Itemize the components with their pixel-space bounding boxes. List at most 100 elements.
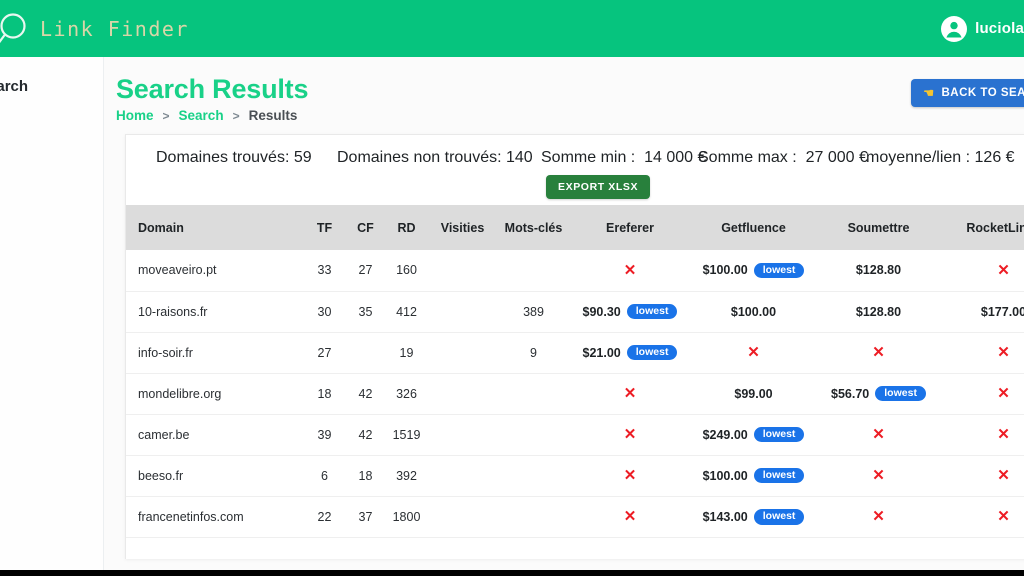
price-cell: $100.00 lowest (691, 467, 816, 484)
column-header-soumettre[interactable]: Soumettre (816, 205, 941, 250)
cell-cf: 37 (345, 495, 386, 537)
cell-rocketlinks: ✕ (941, 413, 1024, 455)
column-header-mots-cles[interactable]: Mots-clés (498, 205, 569, 250)
price-cell: $90.30 lowest (569, 303, 691, 320)
table-row[interactable]: francenetinfos.com 22 37 1800 ✕ $143.00 lowest… (126, 495, 1024, 537)
red-cross-icon: ✕ (623, 508, 637, 526)
cell-cf: 42 (345, 372, 386, 414)
cell-ereferer: $21.00 lowest (569, 331, 691, 373)
cell-rd: 1519 (386, 413, 427, 455)
column-header-getfluence[interactable]: Getfluence (691, 205, 816, 250)
column-header-rd[interactable]: RD (386, 205, 427, 250)
red-cross-icon: ✕ (872, 508, 885, 526)
summary-moyenne: moyenne/lien : 126 € (866, 149, 1015, 167)
price-value: $177.00 (980, 304, 1024, 319)
export-xlsx-button[interactable]: EXPORT XLSX (546, 175, 651, 199)
cell-cf: 42 (345, 413, 386, 455)
red-cross-icon: ✕ (997, 261, 1010, 279)
cell-ereferer: ✕ (569, 413, 691, 455)
breadcrumb-separator: > (232, 108, 240, 123)
page-header: Search Results Home > Search > Results ☚… (104, 57, 1024, 134)
price-value: $143.00 (702, 509, 748, 524)
price-cell: $128.80 (816, 305, 941, 319)
cell-tf: 30 (304, 290, 345, 332)
price-value: $128.80 (855, 263, 902, 278)
cell-rocketlinks: ✕ (941, 372, 1024, 414)
red-cross-icon: ✕ (623, 467, 637, 484)
summary-somme-max-value: 27 000 € (805, 149, 868, 166)
breadcrumb-item-search[interactable]: Search (179, 108, 224, 123)
price-cell: $56.70 lowest (816, 385, 941, 402)
main-content: Search Results Home > Search > Results ☚… (104, 57, 1024, 570)
price-value: $100.00 (702, 263, 748, 278)
sidebar: Search (0, 57, 104, 570)
user-menu[interactable]: luciola (941, 15, 1024, 42)
column-header-rocketlinks[interactable]: RocketLinks (941, 205, 1024, 250)
cell-soumettre: $128.80 (816, 290, 941, 332)
app-screen: Link Finder luciola Search Search Resu (0, 0, 1024, 576)
price-value: $128.80 (855, 304, 902, 319)
summary-somme-min-label: Somme min : (541, 149, 636, 166)
app-logo[interactable]: Link Finder (0, 7, 189, 51)
lowest-badge: lowest (753, 262, 805, 278)
price-cell: $249.00 lowest (691, 426, 816, 443)
results-card: Domaines trouvés: 59 Domaines non trouvé… (125, 134, 1024, 559)
cell-soumettre: ✕ (816, 413, 941, 455)
column-header-ereferer[interactable]: Ereferer (569, 205, 691, 250)
cell-ereferer: ✕ (569, 454, 691, 496)
page-body: Search Search Results Home > Search > Re… (0, 57, 1024, 570)
column-header-cf[interactable]: CF (345, 205, 386, 250)
cell-tf: 33 (317, 263, 332, 278)
results-table-body: moveaveiro.pt 33 27 160 ✕ $100.00 lowest $128.8… (126, 250, 1024, 537)
cell-mots-cles: 9 (498, 331, 569, 373)
cell-rocketlinks: ✕ (941, 250, 1024, 291)
cell-getfluence: $99.00 (691, 372, 816, 414)
price-value: $21.00 (582, 345, 621, 360)
cell-ereferer: ✕ (569, 495, 691, 537)
red-cross-icon: ✕ (997, 344, 1010, 361)
summary-domains-not-found-value: 140 (505, 149, 533, 166)
cell-visities (427, 290, 498, 332)
cell-mots-cles (498, 413, 569, 455)
back-to-search-button[interactable]: ☚ BACK TO SEA (911, 79, 1024, 107)
summary-moyenne-label: moyenne/lien : (866, 149, 971, 166)
table-row[interactable]: 10-raisons.fr 30 35 412 389 $90.30 lowest $100.… (126, 290, 1024, 332)
summary-domains-found-label: Domaines trouvés: (156, 149, 290, 166)
breadcrumb-item-results: Results (248, 108, 298, 123)
cell-soumettre: ✕ (816, 495, 941, 537)
export-xlsx-label: EXPORT XLSX (558, 181, 639, 193)
cell-visities (427, 331, 498, 373)
cell-mots-cles (498, 372, 569, 414)
page-title: Search Results (116, 74, 309, 104)
results-card-footer (126, 537, 1024, 559)
table-row[interactable]: moveaveiro.pt 33 27 160 ✕ $100.00 lowest $128.8… (126, 250, 1024, 291)
column-header-tf[interactable]: TF (304, 205, 345, 250)
table-row[interactable]: mondelibre.org 18 42 326 ✕ $99.00 $56.70 lowest… (126, 372, 1024, 414)
price-value: $99.00 (734, 386, 773, 401)
column-header-visities[interactable]: Visities (427, 205, 498, 250)
column-header-domain[interactable]: Domain (126, 205, 304, 250)
cell-rd: 392 (386, 454, 427, 496)
magnifier-icon (0, 7, 38, 51)
cell-getfluence: $249.00 lowest (691, 413, 816, 455)
app-logo-text: Link Finder (40, 16, 189, 41)
cell-domain: camer.be (126, 413, 304, 455)
breadcrumb-item-home[interactable]: Home (116, 108, 154, 123)
cell-rocketlinks: ✕ (941, 495, 1024, 537)
table-row[interactable]: camer.be 39 42 1519 ✕ $249.00 lowest ✕ ✕ (126, 413, 1024, 455)
price-cell: $99.00 (691, 387, 816, 401)
cell-domain: info-soir.fr (126, 331, 304, 373)
cell-cf: 27 (358, 263, 373, 278)
table-row[interactable]: beeso.fr 6 18 392 ✕ $100.00 lowest ✕ ✕ (126, 454, 1024, 496)
summary-somme-min: Somme min : 14 000 € (541, 149, 706, 167)
price-value: $90.30 (582, 304, 621, 319)
table-row[interactable]: info-soir.fr 27 19 9 $21.00 lowest ✕ ✕ ✕ (126, 331, 1024, 373)
price-value: $100.00 (730, 304, 777, 319)
price-value: $249.00 (702, 427, 748, 442)
cell-domain: mondelibre.org (126, 372, 304, 414)
cell-tf: 18 (304, 372, 345, 414)
sidebar-item-search[interactable]: Search (0, 78, 108, 95)
cell-tf: 39 (304, 413, 345, 455)
sidebar-item-label: Search (0, 78, 29, 95)
cell-soumettre: ✕ (816, 331, 941, 373)
